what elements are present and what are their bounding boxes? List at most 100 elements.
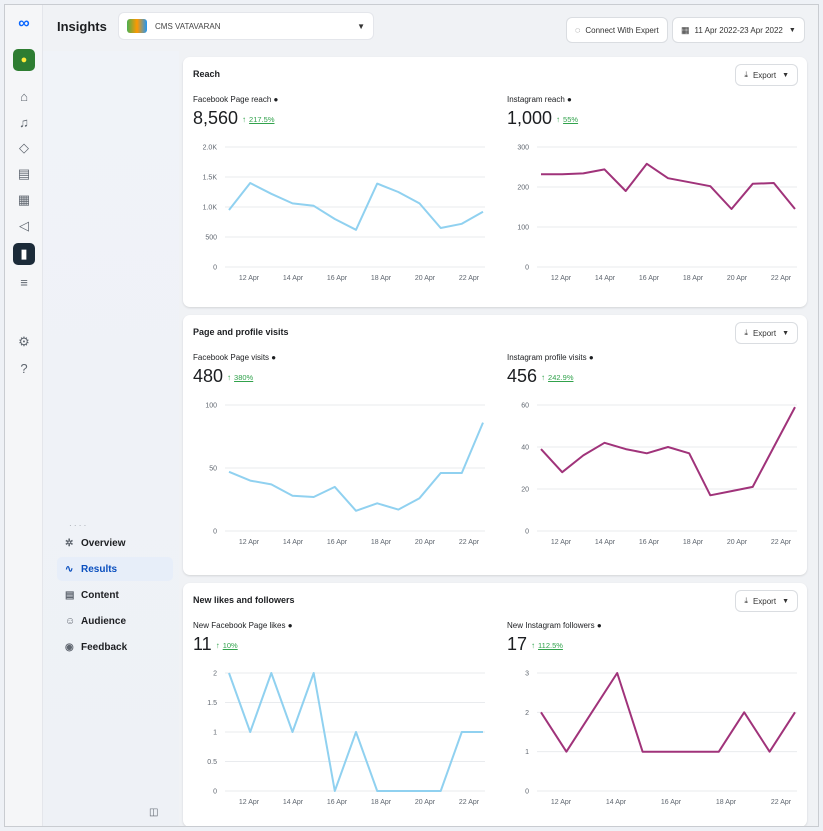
x-tick-label: 22 Apr — [771, 799, 792, 806]
nav-label: Feedback — [81, 641, 128, 653]
chevron-down-icon: ▼ — [782, 329, 789, 337]
metric-facebook-reach: Facebook Page reach ● 8,560 ↑ 217.5% — [193, 95, 278, 129]
x-tick-label: 22 Apr — [459, 275, 480, 282]
up-arrow-icon: ↑ — [531, 640, 536, 650]
y-tick-label: 20 — [521, 487, 529, 494]
x-tick-label: 12 Apr — [551, 275, 572, 282]
page-avatar-icon[interactable]: ● — [13, 49, 35, 71]
metric-label: Facebook Page visits — [193, 353, 270, 362]
inbox-icon[interactable]: ▤ — [13, 163, 35, 185]
info-icon[interactable]: ● — [589, 353, 594, 362]
info-icon[interactable]: ● — [567, 95, 572, 104]
x-tick-label: 18 Apr — [371, 799, 392, 806]
export-button[interactable]: ⤓ Export ▼ — [736, 65, 797, 85]
x-tick-label: 18 Apr — [371, 539, 392, 546]
facebook-visits-chart: 100 50 0 12 Apr 14 Apr 16 Apr 18 Apr 20 Apr 22 A… — [205, 403, 485, 546]
likes-followers-card: New likes and followers ⤓ Export ▼ New Fac… — [183, 583, 807, 826]
y-tick-label: 0 — [213, 789, 217, 796]
y-tick-label: 40 — [521, 445, 529, 452]
x-tick-label: 12 Apr — [239, 539, 260, 546]
nav-scroll-hint: · · · · — [69, 521, 87, 530]
reach-card: Reach ⤓ Export ▼ Facebook Page reach ● 8,5… — [183, 57, 807, 307]
metric-change[interactable]: 10% — [223, 641, 238, 650]
up-arrow-icon: ↑ — [541, 372, 546, 382]
nav-item-feedback[interactable]: ◉ Feedback — [57, 635, 173, 659]
insights-nav: · · · · ✲ Overview ∿ Results ▤ Content ☺ Aud… — [57, 521, 173, 661]
card-title: Page and profile visits — [193, 327, 289, 337]
menu-icon[interactable]: ≡ — [13, 271, 35, 293]
metric-value: 456 — [507, 366, 538, 386]
home-icon[interactable]: ⌂ — [13, 85, 35, 107]
x-tick-label: 18 Apr — [716, 799, 737, 806]
chevron-down-icon: ▼ — [357, 21, 365, 31]
meta-logo-icon[interactable]: ∞ — [13, 13, 35, 35]
metric-instagram-followers: New Instagram followers ● 17 ↑ 112.5% — [507, 621, 602, 655]
card-title: New likes and followers — [193, 595, 295, 605]
visits-card: Page and profile visits ⤓ Export ▼ Faceboo… — [183, 315, 807, 575]
chevron-down-icon: ▼ — [782, 597, 789, 605]
export-button[interactable]: ⤓ Export ▼ — [736, 323, 797, 343]
metric-label: Facebook Page reach — [193, 95, 272, 104]
settings-icon[interactable]: ⚙ — [13, 331, 35, 353]
info-icon[interactable]: ● — [288, 621, 293, 630]
account-selector[interactable]: CMS VATAVARAN ▼ — [119, 13, 373, 39]
nav-label: Overview — [81, 537, 126, 549]
x-tick-label: 12 Apr — [239, 275, 260, 282]
x-tick-label: 22 Apr — [459, 539, 480, 546]
nav-label: Audience — [81, 615, 127, 627]
metric-change[interactable]: 380% — [234, 373, 253, 382]
up-arrow-icon: ↑ — [556, 114, 561, 124]
x-tick-label: 20 Apr — [415, 799, 436, 806]
date-range-label: 11 Apr 2022-23 Apr 2022 — [694, 25, 783, 35]
y-tick-label: 1.0K — [203, 205, 218, 212]
content-icon: ▤ — [65, 589, 75, 601]
x-tick-label: 14 Apr — [283, 275, 304, 282]
insights-icon[interactable]: ▮ — [13, 243, 35, 265]
nav-item-results[interactable]: ∿ Results — [57, 557, 173, 581]
notifications-icon[interactable]: ♫ — [13, 111, 35, 133]
nav-item-overview[interactable]: ✲ Overview — [57, 531, 173, 555]
y-tick-label: 50 — [209, 466, 217, 473]
ads-icon[interactable]: ◁ — [13, 215, 35, 237]
y-tick-label: 300 — [517, 145, 529, 152]
info-icon[interactable]: ● — [597, 621, 602, 630]
x-tick-label: 22 Apr — [771, 275, 792, 282]
metric-value: 11 — [193, 634, 212, 654]
account-avatar — [127, 19, 147, 33]
metric-value: 17 — [507, 634, 528, 654]
export-button[interactable]: ⤓ Export ▼ — [736, 591, 797, 611]
date-range-picker[interactable]: ▦ 11 Apr 2022-23 Apr 2022 ▼ — [673, 18, 804, 42]
metric-value: 1,000 — [507, 108, 553, 128]
metric-change[interactable]: 55% — [563, 115, 578, 124]
y-tick-label: 500 — [205, 235, 217, 242]
y-tick-label: 0 — [525, 265, 529, 272]
posts-icon[interactable]: ◇ — [13, 137, 35, 159]
nav-item-content[interactable]: ▤ Content — [57, 583, 173, 607]
metric-change[interactable]: 217.5% — [249, 115, 274, 124]
x-tick-label: 22 Apr — [459, 799, 480, 806]
y-tick-label: 1.5K — [203, 175, 218, 182]
results-icon: ∿ — [65, 563, 74, 575]
x-tick-label: 14 Apr — [283, 539, 304, 546]
series-line — [541, 162, 796, 210]
download-icon: ⤓ — [744, 328, 748, 337]
chevron-down-icon: ▼ — [788, 26, 796, 34]
card-title: Reach — [193, 69, 221, 79]
x-tick-label: 14 Apr — [595, 275, 616, 282]
info-icon[interactable]: ● — [274, 95, 279, 104]
facebook-reach-chart: 2.0K 1.5K 1.0K 500 0 12 Apr 14 Apr 16 Apr 18 Apr… — [203, 145, 485, 282]
metric-change[interactable]: 242.9% — [548, 373, 573, 382]
nav-item-audience[interactable]: ☺ Audience — [57, 609, 173, 633]
help-icon[interactable]: ? — [13, 357, 35, 379]
audience-icon: ☺ — [65, 615, 76, 627]
x-tick-label: 16 Apr — [327, 275, 348, 282]
y-tick-label: 100 — [517, 225, 529, 232]
app-window: ∞ ● ⌂ ♫ ◇ ▤ ▦ ◁ ▮ ≡ ⚙ ? Insights CMS VAT… — [4, 4, 819, 827]
metric-change[interactable]: 112.5% — [538, 641, 563, 650]
content-grid-icon[interactable]: ▦ — [13, 189, 35, 211]
info-icon[interactable]: ● — [271, 353, 276, 362]
y-tick-label: 0 — [525, 789, 529, 796]
connect-expert-button[interactable]: ◌ Connect With Expert — [567, 18, 667, 42]
collapse-panel-icon[interactable]: ◫ — [149, 807, 158, 818]
y-tick-label: 200 — [517, 185, 529, 192]
